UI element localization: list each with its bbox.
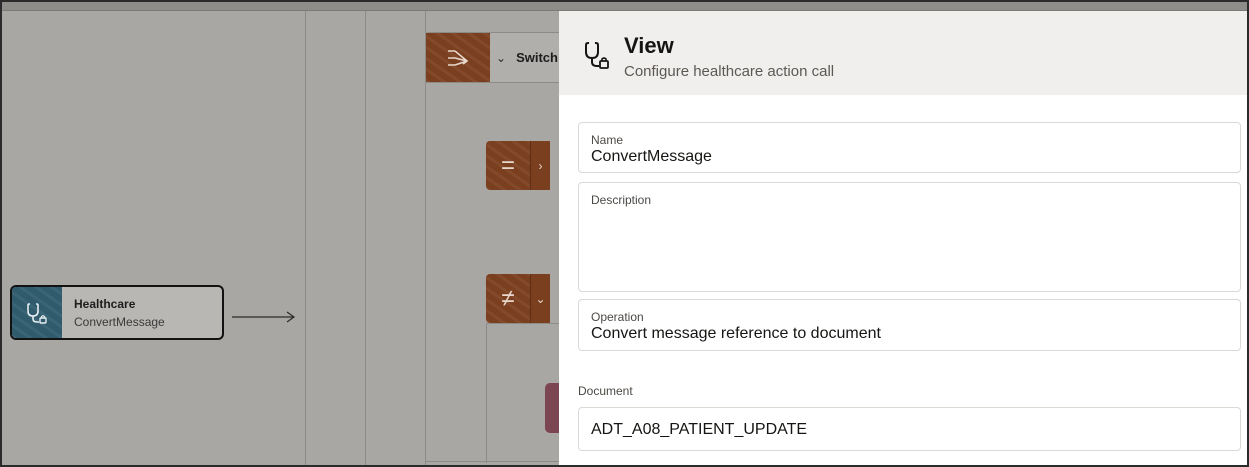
switch-icon	[426, 33, 490, 82]
branch-equals[interactable]: = ›	[486, 141, 550, 190]
panel-title: View	[624, 33, 674, 58]
description-label: Description	[591, 193, 652, 207]
operation-label: Operation	[591, 310, 644, 324]
name-field[interactable]: Name ConvertMessage	[578, 122, 1241, 173]
healthcare-node[interactable]: Healthcare ConvertMessage	[10, 285, 224, 340]
operation-field[interactable]: Operation Convert message reference to d…	[578, 299, 1241, 351]
document-field[interactable]: ADT_A08_PATIENT_UPDATE	[578, 407, 1241, 451]
lane-divider	[305, 11, 306, 465]
equals-icon: =	[486, 141, 530, 190]
chevron-down-icon[interactable]: ⌄	[530, 274, 550, 323]
stethoscope-icon	[12, 287, 62, 338]
chevron-down-icon[interactable]: ⌄	[496, 51, 506, 65]
description-field[interactable]: Description	[578, 182, 1241, 292]
stethoscope-icon	[585, 42, 609, 69]
document-label: Document	[578, 384, 633, 398]
switch-label: Switch	[516, 50, 558, 65]
branch-not-equal[interactable]: ≠ ⌄	[486, 274, 550, 323]
chevron-right-icon[interactable]: ›	[530, 141, 550, 190]
top-bar	[2, 2, 1247, 11]
app-frame: ⌄ Switch = › ≠ ⌄ Healthcare ConvertMessa…	[0, 0, 1249, 467]
not-equal-icon: ≠	[486, 274, 530, 323]
connector-arrow	[232, 311, 296, 323]
switch-node[interactable]: ⌄ Switch	[425, 32, 565, 83]
operation-value: Convert message reference to document	[591, 325, 881, 342]
lane-divider	[365, 11, 366, 465]
panel-subtitle: Configure healthcare action call	[624, 63, 835, 80]
panel-header: View Configure healthcare action call	[559, 11, 1247, 95]
node-subtitle: ConvertMessage	[74, 315, 165, 329]
name-value: ConvertMessage	[591, 148, 712, 165]
document-value: ADT_A08_PATIENT_UPDATE	[591, 421, 808, 438]
name-label: Name	[591, 133, 624, 147]
node-title: Healthcare	[74, 297, 136, 311]
view-panel: View Configure healthcare action call Na…	[559, 11, 1247, 465]
